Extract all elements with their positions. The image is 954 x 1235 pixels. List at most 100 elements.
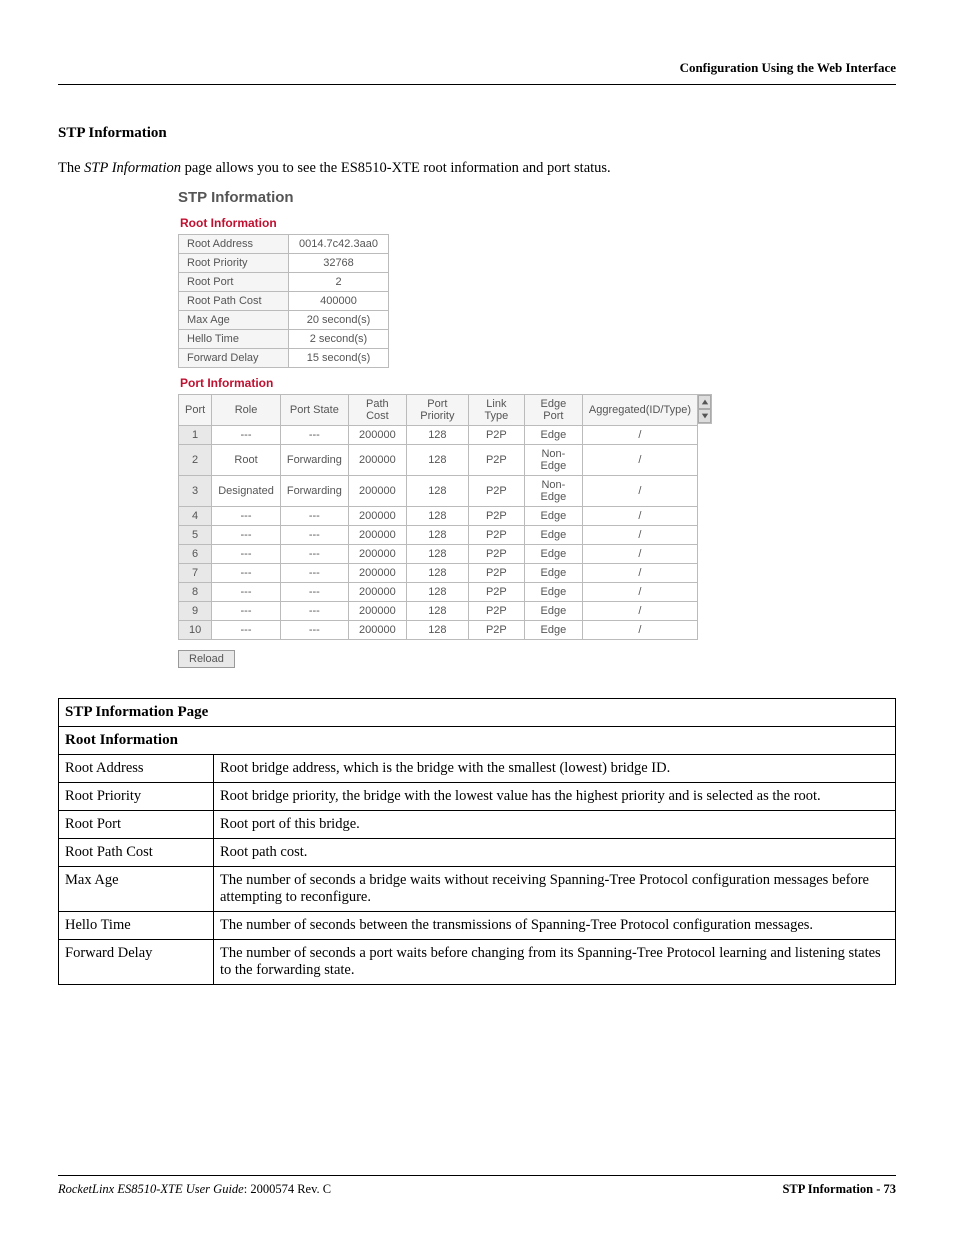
root-label: Root Port <box>179 273 289 292</box>
desc-label: Root Path Cost <box>59 839 214 867</box>
cell-role: Designated <box>212 476 281 507</box>
desc-label: Forward Delay <box>59 940 214 985</box>
cell-state: --- <box>280 621 348 640</box>
col-role: Role <box>212 395 281 426</box>
desc-text: Root bridge priority, the bridge with th… <box>214 783 896 811</box>
cell-role: --- <box>212 426 281 445</box>
table-row: Root PriorityRoot bridge priority, the b… <box>59 783 896 811</box>
table-row: Max Age20 second(s) <box>179 311 389 330</box>
table-row: Root Address0014.7c42.3aa0 <box>179 235 389 254</box>
table-row: 4------200000128P2PEdge/ <box>179 507 698 526</box>
reload-button[interactable]: Reload <box>178 650 235 668</box>
cell-state: Forwarding <box>280 445 348 476</box>
table-row: 8------200000128P2PEdge/ <box>179 583 698 602</box>
scroll-down-button[interactable] <box>698 409 711 423</box>
chevron-down-icon <box>701 412 709 420</box>
footer-left: RocketLinx ES8510-XTE User Guide: 200057… <box>58 1182 331 1197</box>
cell-edge: Non-Edge <box>524 445 582 476</box>
col-aggregated: Aggregated(ID/Type) <box>582 395 697 426</box>
col-priority: Port Priority <box>406 395 468 426</box>
table-row: Max AgeThe number of seconds a bridge wa… <box>59 867 896 912</box>
root-label: Root Path Cost <box>179 292 289 311</box>
port-info-heading: Port Information <box>180 376 896 390</box>
header-rule <box>58 84 896 85</box>
section-title: STP Information <box>58 125 896 142</box>
cell-prio: 128 <box>406 426 468 445</box>
cell-prio: 128 <box>406 507 468 526</box>
cell-role: --- <box>212 526 281 545</box>
cell-link: P2P <box>468 564 524 583</box>
table-row: Forward DelayThe number of seconds a por… <box>59 940 896 985</box>
cell-state: --- <box>280 602 348 621</box>
cell-link: P2P <box>468 507 524 526</box>
cell-edge: Edge <box>524 526 582 545</box>
desc-text: The number of seconds a port waits befor… <box>214 940 896 985</box>
table-row: 3DesignatedForwarding200000128P2PNon-Edg… <box>179 476 698 507</box>
cell-port: 5 <box>179 526 212 545</box>
table-row: 10------200000128P2PEdge/ <box>179 621 698 640</box>
cell-agg: / <box>582 507 697 526</box>
footer-revision: : 2000574 Rev. C <box>244 1182 331 1196</box>
cell-prio: 128 <box>406 526 468 545</box>
cell-port: 2 <box>179 445 212 476</box>
cell-cost: 200000 <box>348 621 406 640</box>
cell-state: --- <box>280 583 348 602</box>
footer-page-number: STP Information - 73 <box>782 1182 896 1197</box>
cell-prio: 128 <box>406 564 468 583</box>
desc-label: Root Port <box>59 811 214 839</box>
cell-prio: 128 <box>406 545 468 564</box>
cell-port: 1 <box>179 426 212 445</box>
root-value: 0014.7c42.3aa0 <box>289 235 389 254</box>
desc-text: Root port of this bridge. <box>214 811 896 839</box>
intro-text: The STP Information page allows you to s… <box>58 160 896 177</box>
table-row: Root PortRoot port of this bridge. <box>59 811 896 839</box>
table-row: 1------200000128P2PEdge/ <box>179 426 698 445</box>
root-label: Hello Time <box>179 330 289 349</box>
desc-label: Hello Time <box>59 912 214 940</box>
col-linktype: Link Type <box>468 395 524 426</box>
table-row: Root Path Cost400000 <box>179 292 389 311</box>
cell-link: P2P <box>468 602 524 621</box>
cell-port: 8 <box>179 583 212 602</box>
page-header-right: Configuration Using the Web Interface <box>58 60 896 76</box>
root-label: Max Age <box>179 311 289 330</box>
cell-agg: / <box>582 602 697 621</box>
cell-link: P2P <box>468 621 524 640</box>
table-row: 6------200000128P2PEdge/ <box>179 545 698 564</box>
page-footer: RocketLinx ES8510-XTE User Guide: 200057… <box>58 1175 896 1197</box>
table-header-row: Port Role Port State Path Cost Port Prio… <box>179 395 698 426</box>
cell-agg: / <box>582 476 697 507</box>
cell-agg: / <box>582 583 697 602</box>
scrollbar[interactable] <box>698 394 712 424</box>
cell-cost: 200000 <box>348 545 406 564</box>
cell-role: Root <box>212 445 281 476</box>
cell-prio: 128 <box>406 621 468 640</box>
cell-link: P2P <box>468 583 524 602</box>
table-row: 5------200000128P2PEdge/ <box>179 526 698 545</box>
root-value: 20 second(s) <box>289 311 389 330</box>
desc-label: Root Priority <box>59 783 214 811</box>
cell-role: --- <box>212 507 281 526</box>
table-row: 9------200000128P2PEdge/ <box>179 602 698 621</box>
desc-label: Root Address <box>59 755 214 783</box>
table-row: Root Port2 <box>179 273 389 292</box>
cell-role: --- <box>212 621 281 640</box>
cell-role: --- <box>212 564 281 583</box>
cell-link: P2P <box>468 526 524 545</box>
root-value: 2 second(s) <box>289 330 389 349</box>
col-state: Port State <box>280 395 348 426</box>
cell-port: 7 <box>179 564 212 583</box>
table-row: Hello TimeThe number of seconds between … <box>59 912 896 940</box>
col-port: Port <box>179 395 212 426</box>
cell-edge: Edge <box>524 583 582 602</box>
root-label: Root Priority <box>179 254 289 273</box>
table-row: Root Priority32768 <box>179 254 389 273</box>
intro-italic: STP Information <box>84 160 181 176</box>
scroll-up-button[interactable] <box>698 395 711 409</box>
table-row: 2RootForwarding200000128P2PNon-Edge/ <box>179 445 698 476</box>
cell-agg: / <box>582 621 697 640</box>
desc-title-row: STP Information Page <box>59 699 896 727</box>
cell-cost: 200000 <box>348 564 406 583</box>
cell-port: 6 <box>179 545 212 564</box>
cell-edge: Edge <box>524 426 582 445</box>
